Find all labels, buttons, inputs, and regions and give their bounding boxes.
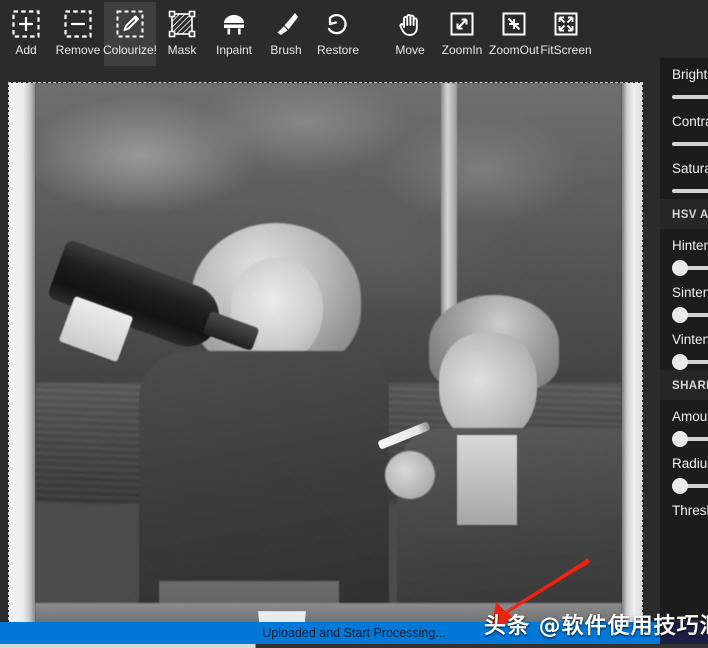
photo-boy-hand bbox=[385, 451, 435, 499]
tool-label: Move bbox=[395, 43, 424, 57]
slider-track bbox=[686, 313, 708, 317]
adjust-label: Vintensity bbox=[672, 323, 708, 354]
tool-mask[interactable]: Mask bbox=[156, 2, 208, 66]
app-window: Add Remove Colourize! bbox=[0, 0, 708, 648]
tool-label: Colourize! bbox=[103, 43, 157, 57]
adjust-label: Amount bbox=[672, 400, 708, 431]
adjust-label: Radius bbox=[672, 447, 708, 478]
toolbar: Add Remove Colourize! bbox=[0, 0, 708, 70]
saturation-slider[interactable] bbox=[672, 183, 708, 199]
adjust-sintensity[interactable]: Sintensity bbox=[660, 276, 708, 307]
tool-label: Add bbox=[15, 43, 36, 57]
tool-remove[interactable]: Remove bbox=[52, 2, 104, 66]
tool-inpaint[interactable]: Inpaint bbox=[208, 2, 260, 66]
adjust-threshold[interactable]: Threshold bbox=[660, 494, 708, 525]
status-bar-sidebar-tail bbox=[660, 622, 708, 644]
adjust-label: Saturation bbox=[672, 152, 708, 183]
tool-zoom-in[interactable]: ZoomIn bbox=[436, 2, 488, 66]
slider-track bbox=[672, 189, 708, 193]
status-message: Uploaded and Start Processing... bbox=[262, 626, 445, 640]
photo-right-border bbox=[622, 83, 642, 648]
adjust-label: Contrast bbox=[672, 105, 708, 136]
adjustments-sidebar[interactable]: Brightness Contrast Saturation HSV ADJUS… bbox=[660, 58, 708, 620]
slider-track bbox=[686, 266, 708, 270]
brush-icon bbox=[271, 8, 301, 40]
tool-add[interactable]: Add bbox=[0, 2, 52, 66]
adjust-hintensity[interactable]: Hintensity bbox=[660, 229, 708, 260]
vintensity-slider[interactable] bbox=[672, 354, 708, 370]
tool-move[interactable]: Move bbox=[384, 2, 436, 66]
add-selection-icon bbox=[11, 8, 41, 40]
adjust-brightness[interactable]: Brightness bbox=[660, 58, 708, 89]
adjust-radius[interactable]: Radius bbox=[660, 447, 708, 478]
section-header-sharpen: SHARPEN bbox=[660, 370, 708, 400]
inpaint-stamp-icon bbox=[219, 8, 249, 40]
radius-slider[interactable] bbox=[672, 478, 708, 494]
undo-arrow-icon bbox=[323, 8, 353, 40]
adjust-label: Sintensity bbox=[672, 276, 708, 307]
slider-track bbox=[686, 360, 708, 364]
adjust-label: Hintensity bbox=[672, 229, 708, 260]
amount-slider[interactable] bbox=[672, 431, 708, 447]
status-bar: Uploaded and Start Processing... bbox=[0, 622, 708, 644]
adjust-contrast[interactable]: Contrast bbox=[660, 105, 708, 136]
tool-label: Remove bbox=[56, 43, 101, 57]
remove-selection-icon bbox=[63, 8, 93, 40]
slider-track bbox=[672, 142, 708, 146]
tool-label: Restore bbox=[317, 43, 359, 57]
sintensity-slider[interactable] bbox=[672, 307, 708, 323]
slider-knob[interactable] bbox=[672, 307, 688, 323]
slider-knob[interactable] bbox=[672, 478, 688, 494]
tool-label: Inpaint bbox=[216, 43, 252, 57]
tool-label: ZoomOut bbox=[489, 43, 539, 57]
tool-label: Mask bbox=[168, 43, 197, 57]
canvas-area[interactable] bbox=[0, 70, 660, 648]
slider-track bbox=[672, 95, 708, 99]
adjust-label: Threshold bbox=[672, 494, 708, 525]
contrast-slider[interactable] bbox=[672, 136, 708, 152]
adjust-amount[interactable]: Amount bbox=[660, 400, 708, 431]
eyedropper-icon bbox=[115, 8, 145, 40]
brightness-slider[interactable] bbox=[672, 89, 708, 105]
zoom-out-icon bbox=[499, 8, 529, 40]
slider-knob[interactable] bbox=[672, 354, 688, 370]
tool-brush[interactable]: Brush bbox=[260, 2, 312, 66]
tool-label: Brush bbox=[270, 43, 301, 57]
photo-canvas bbox=[9, 83, 642, 648]
tool-label: FitScreen bbox=[540, 43, 591, 57]
hintensity-slider[interactable] bbox=[672, 260, 708, 276]
mask-hatch-icon bbox=[167, 8, 197, 40]
tool-zoom-out[interactable]: ZoomOut bbox=[488, 2, 540, 66]
adjust-label: Brightness bbox=[672, 58, 708, 89]
fit-screen-icon bbox=[551, 8, 581, 40]
tool-fit-screen[interactable]: FitScreen bbox=[540, 2, 592, 66]
slider-knob[interactable] bbox=[672, 431, 688, 447]
tool-colourize[interactable]: Colourize! bbox=[104, 2, 156, 66]
section-header-hsv: HSV ADJUST bbox=[660, 199, 708, 229]
slider-track bbox=[686, 437, 708, 441]
adjust-vintensity[interactable]: Vintensity bbox=[660, 323, 708, 354]
image-selection-marquee[interactable] bbox=[8, 82, 643, 648]
photo-left-border bbox=[9, 83, 35, 648]
slider-track bbox=[686, 484, 708, 488]
tool-label: ZoomIn bbox=[442, 43, 483, 57]
zoom-in-icon bbox=[447, 8, 477, 40]
adjust-saturation[interactable]: Saturation bbox=[660, 152, 708, 183]
photo-boy-shirt bbox=[457, 435, 517, 525]
tool-restore[interactable]: Restore bbox=[312, 2, 364, 66]
window-bottom-edge bbox=[0, 644, 708, 648]
hand-icon bbox=[395, 8, 425, 40]
slider-knob[interactable] bbox=[672, 260, 688, 276]
